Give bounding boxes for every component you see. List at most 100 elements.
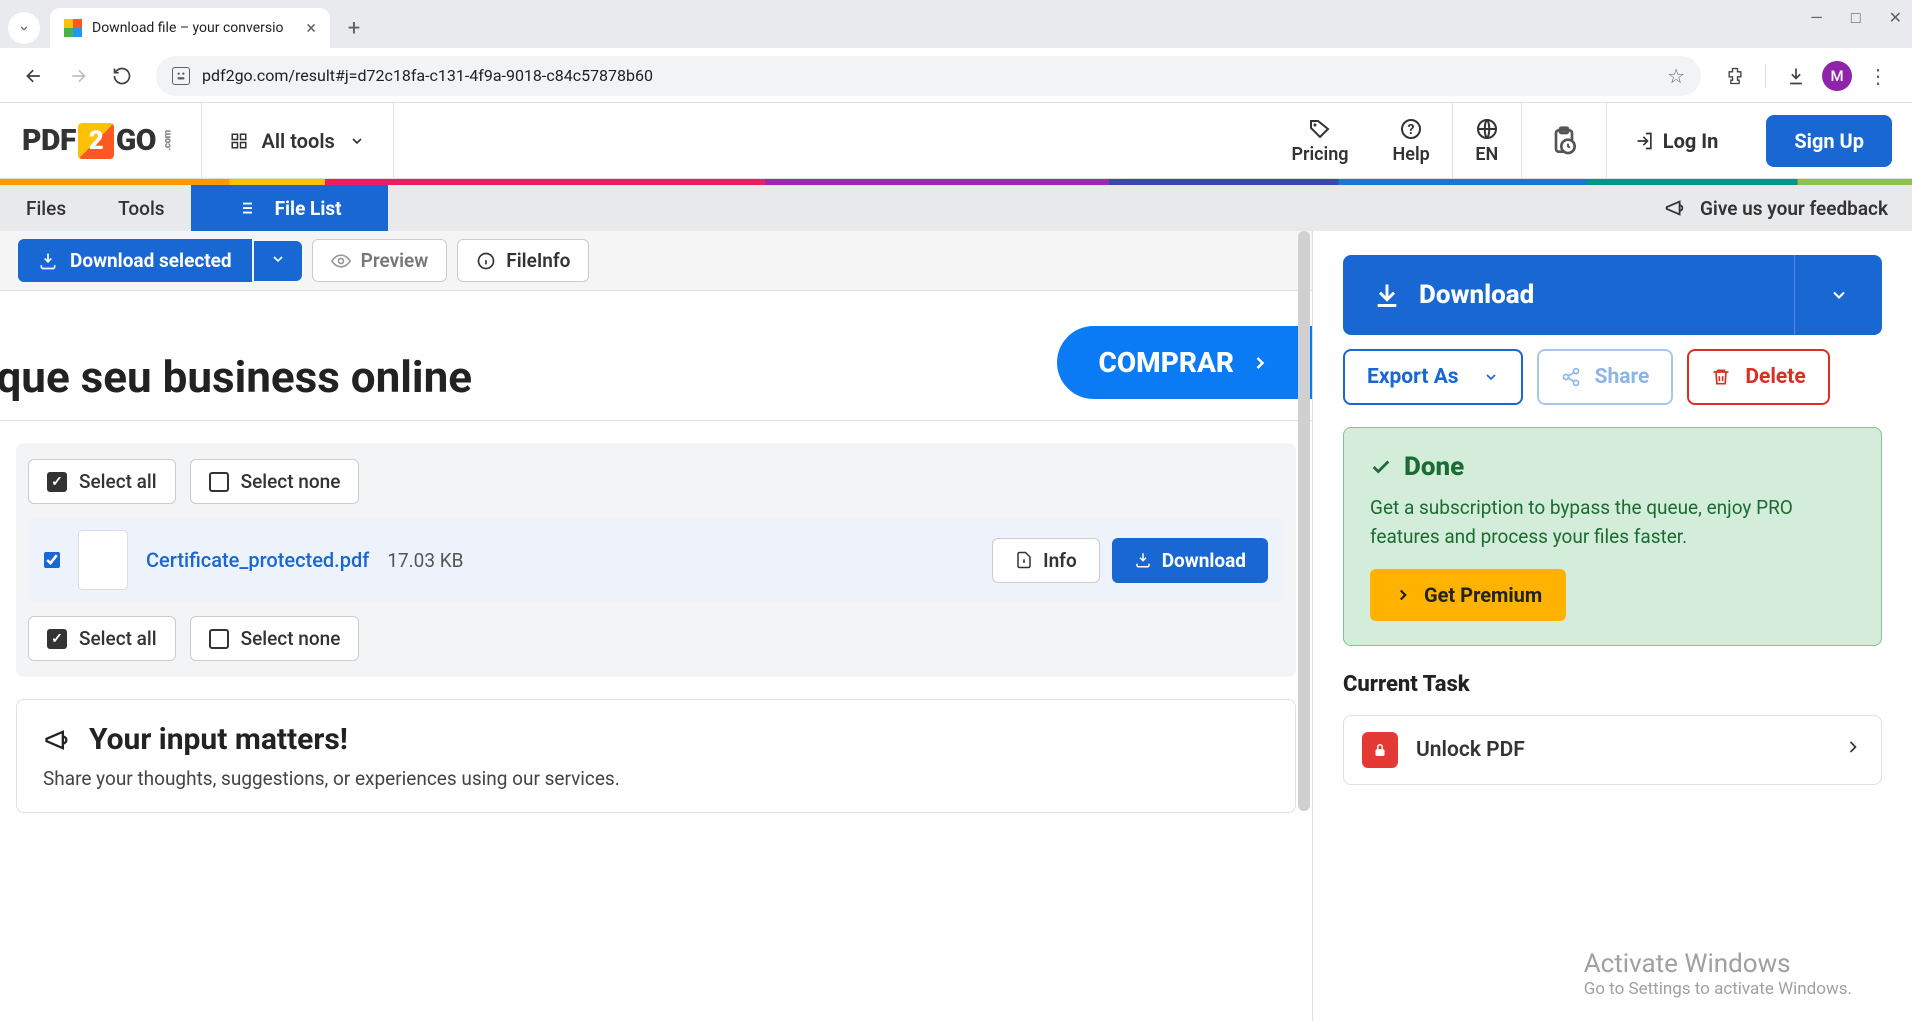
select-none-label-bottom: Select none <box>241 627 341 650</box>
export-as-button[interactable]: Export As <box>1343 349 1523 405</box>
download-icon <box>38 251 58 271</box>
select-none-button-bottom[interactable]: Select none <box>190 616 360 661</box>
chevron-right-icon <box>1394 586 1412 604</box>
file-list-card: ✓ Select all Select none Certificate_pro… <box>16 443 1296 677</box>
close-window-button[interactable]: ✕ <box>1889 8 1902 28</box>
download-label: Download <box>1419 280 1534 310</box>
browser-menu-button[interactable]: ⋮ <box>1860 58 1896 94</box>
sub-toolbar: Files Tools File List Give us your feedb… <box>0 185 1912 231</box>
left-pane: Download selected Preview FileInfo ddy l… <box>0 231 1312 1021</box>
signup-button[interactable]: Sign Up <box>1766 115 1892 167</box>
chevron-down-icon <box>1483 369 1499 385</box>
nav-pricing[interactable]: Pricing <box>1269 103 1370 178</box>
tab-file-list[interactable]: File List <box>191 185 388 231</box>
share-button[interactable]: Share <box>1537 349 1674 405</box>
delete-button[interactable]: Delete <box>1687 349 1829 405</box>
login-button[interactable]: Log In <box>1607 129 1747 153</box>
minimize-button[interactable]: — <box>1810 8 1823 28</box>
browser-tab[interactable]: Download file – your conversio × <box>50 8 330 48</box>
file-info-button[interactable]: Info <box>992 538 1100 583</box>
login-label: Log In <box>1663 129 1719 153</box>
fileinfo-button[interactable]: FileInfo <box>457 239 589 282</box>
feedback-card: Your input matters! Share your thoughts,… <box>16 699 1296 813</box>
download-selected-button[interactable]: Download selected <box>18 239 252 282</box>
bookmark-icon[interactable]: ☆ <box>1667 64 1685 88</box>
done-card: Done Get a subscription to bypass the qu… <box>1343 427 1882 646</box>
feedback-title-label: Your input matters! <box>89 722 348 757</box>
select-none-button-top[interactable]: Select none <box>190 459 360 504</box>
ad-banner[interactable]: ddy loque seu business online COMPRAR <box>0 291 1312 421</box>
right-pane: Download Export As Share Delete <box>1312 231 1912 1021</box>
checkbox-empty-icon <box>209 629 229 649</box>
forward-button[interactable] <box>60 58 96 94</box>
file-size: 17.03 KB <box>387 549 463 572</box>
tag-icon <box>1308 117 1332 141</box>
tab-tools[interactable]: Tools <box>92 185 190 231</box>
task-row-unlock-pdf[interactable]: Unlock PDF <box>1343 715 1882 785</box>
address-bar[interactable]: pdf2go.com/result#j=d72c18fa-c131-4f9a-9… <box>156 56 1701 96</box>
fileinfo-label: FileInfo <box>506 249 570 272</box>
file-info-label: Info <box>1043 549 1077 572</box>
nav-language[interactable]: EN <box>1453 103 1521 178</box>
favicon-icon <box>64 19 82 37</box>
nav-pricing-label: Pricing <box>1291 144 1348 165</box>
file-download-button[interactable]: Download <box>1112 538 1268 583</box>
tabs-dropdown-button[interactable] <box>8 12 40 44</box>
share-icon <box>1561 367 1581 387</box>
all-tools-label: All tools <box>262 129 335 153</box>
preview-button[interactable]: Preview <box>312 239 448 282</box>
trash-icon <box>1711 367 1731 387</box>
reload-button[interactable] <box>104 58 140 94</box>
back-button[interactable] <box>16 58 52 94</box>
site-settings-icon[interactable] <box>172 67 190 85</box>
tab-files[interactable]: Files <box>0 185 92 231</box>
downloads-button[interactable] <box>1778 58 1814 94</box>
help-icon: ? <box>1399 117 1423 141</box>
feedback-title: Your input matters! <box>43 722 1269 757</box>
feedback-link[interactable]: Give us your feedback <box>1640 185 1912 231</box>
site-nav: PDF2GO.com All tools Pricing ? Help EN L… <box>0 103 1912 179</box>
get-premium-button[interactable]: Get Premium <box>1370 569 1566 621</box>
tab-close-button[interactable]: × <box>306 18 316 39</box>
select-all-button-top[interactable]: ✓ Select all <box>28 459 176 504</box>
nav-help[interactable]: ? Help <box>1371 103 1452 178</box>
current-task-heading: Current Task <box>1343 672 1882 697</box>
file-thumbnail <box>78 530 128 590</box>
action-bar: Download selected Preview FileInfo <box>0 231 1312 291</box>
select-all-button-bottom[interactable]: ✓ Select all <box>28 616 176 661</box>
clipboard-history-icon <box>1548 125 1580 157</box>
download-selected-dropdown[interactable] <box>254 241 302 281</box>
download-icon <box>1134 551 1152 569</box>
site-logo[interactable]: PDF2GO.com <box>0 123 201 159</box>
login-icon <box>1635 131 1655 151</box>
window-controls: — □ ✕ <box>1810 8 1902 28</box>
file-name-link[interactable]: Certificate_protected.pdf <box>146 548 369 572</box>
eye-icon <box>331 251 351 271</box>
all-tools-dropdown[interactable]: All tools <box>201 103 394 178</box>
main-content: Download selected Preview FileInfo ddy l… <box>0 231 1912 1021</box>
feedback-label: Give us your feedback <box>1700 197 1888 220</box>
download-primary-button[interactable]: Download <box>1343 255 1882 335</box>
select-none-label: Select none <box>241 470 341 493</box>
megaphone-icon <box>1664 197 1686 219</box>
file-checkbox[interactable] <box>44 552 60 568</box>
extensions-button[interactable] <box>1717 58 1753 94</box>
comprar-button[interactable]: COMPRAR <box>1057 326 1312 399</box>
new-tab-button[interactable]: + <box>338 12 370 44</box>
download-selected-label: Download selected <box>70 249 232 272</box>
profile-avatar[interactable]: M <box>1822 61 1852 91</box>
checkbox-checked-icon: ✓ <box>47 629 67 649</box>
tab-strip: Download file – your conversio × + — □ ✕ <box>0 0 1912 48</box>
download-dropdown[interactable] <box>1794 255 1882 335</box>
done-description: Get a subscription to bypass the queue, … <box>1370 494 1855 551</box>
select-all-label-bottom: Select all <box>79 627 157 650</box>
nav-help-label: Help <box>1393 144 1430 165</box>
browser-toolbar: pdf2go.com/result#j=d72c18fa-c131-4f9a-9… <box>0 48 1912 103</box>
svg-text:?: ? <box>1408 122 1415 138</box>
megaphone-icon <box>43 726 71 754</box>
chevron-down-icon <box>349 133 365 149</box>
left-pane-scrollbar[interactable] <box>1298 231 1310 811</box>
export-as-label: Export As <box>1367 365 1459 389</box>
maximize-button[interactable]: □ <box>1851 8 1861 28</box>
nav-history[interactable] <box>1522 103 1606 178</box>
